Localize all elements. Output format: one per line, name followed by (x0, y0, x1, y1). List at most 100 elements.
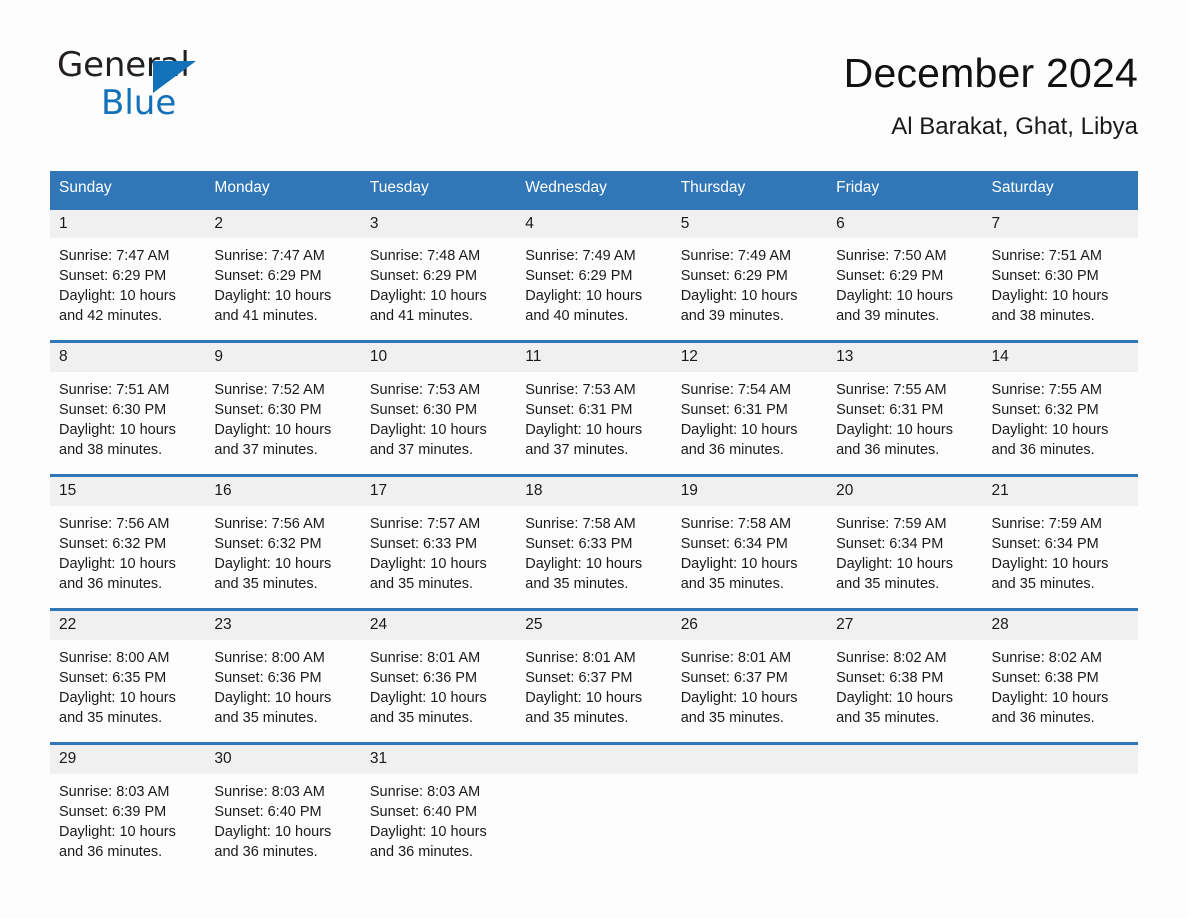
day-cell[interactable]: 14 Sunrise: 7:55 AM Sunset: 6:32 PM Dayl… (982, 340, 1138, 476)
day-cell[interactable]: 20 Sunrise: 7:59 AM Sunset: 6:34 PM Dayl… (827, 474, 983, 610)
day-details: Sunrise: 7:57 AM Sunset: 6:33 PM Dayligh… (361, 506, 516, 608)
daylight-text-line2: and 42 minutes. (59, 308, 163, 325)
generalblue-logo[interactable]: General Blue (57, 48, 257, 128)
daylight-text-line2: and 35 minutes. (991, 575, 1095, 592)
day-details: Sunrise: 7:51 AM Sunset: 6:30 PM Dayligh… (50, 372, 205, 474)
day-cell[interactable]: 24 Sunrise: 8:01 AM Sunset: 6:36 PM Dayl… (360, 607, 517, 744)
day-cell[interactable]: 22 Sunrise: 8:00 AM Sunset: 6:35 PM Dayl… (50, 607, 206, 744)
sunset-text: Sunset: 6:30 PM (991, 268, 1099, 285)
day-number: 30 (205, 744, 361, 774)
daylight-text-line2: and 37 minutes. (369, 442, 474, 459)
day-cell[interactable]: 19 Sunrise: 7:58 AM Sunset: 6:34 PM Dayl… (671, 474, 828, 610)
week-row: 22 Sunrise: 8:00 AM Sunset: 6:35 PM Dayl… (50, 607, 1138, 744)
daylight-text-line1: Daylight: 10 hours (525, 288, 643, 305)
sunrise-text: Sunrise: 7:52 AM (214, 382, 325, 399)
daylight-text-line1: Daylight: 10 hours (525, 689, 643, 706)
sunrise-text: Sunrise: 7:49 AM (525, 248, 636, 265)
daylight-text-line2: and 38 minutes. (59, 442, 163, 459)
day-details: Sunrise: 7:54 AM Sunset: 6:31 PM Dayligh… (672, 372, 827, 474)
day-cell[interactable]: 13 Sunrise: 7:55 AM Sunset: 6:31 PM Dayl… (827, 340, 983, 476)
day-cell[interactable]: 15 Sunrise: 7:56 AM Sunset: 6:32 PM Dayl… (50, 474, 206, 610)
day-cell[interactable]: 16 Sunrise: 7:56 AM Sunset: 6:32 PM Dayl… (205, 474, 361, 610)
day-cell[interactable]: 29 Sunrise: 8:03 AM Sunset: 6:39 PM Dayl… (50, 741, 206, 876)
title-block: December 2024 Al Barakat, Ghat, Libya (844, 48, 1138, 142)
week-row: 29 Sunrise: 8:03 AM Sunset: 6:39 PM Dayl… (50, 741, 1138, 876)
daylight-text-line2: and 37 minutes. (214, 442, 318, 459)
sunset-text: Sunset: 6:34 PM (680, 535, 788, 552)
sunset-text: Sunset: 6:29 PM (525, 268, 633, 285)
day-number-empty (827, 744, 983, 774)
sunrise-text: Sunrise: 7:47 AM (214, 248, 325, 265)
day-cell[interactable]: 5 Sunrise: 7:49 AM Sunset: 6:29 PM Dayli… (671, 206, 828, 342)
daylight-text-line1: Daylight: 10 hours (369, 422, 487, 439)
day-cell[interactable]: 30 Sunrise: 8:03 AM Sunset: 6:40 PM Dayl… (205, 741, 361, 876)
day-number: 3 (360, 209, 517, 239)
day-cell[interactable]: 4 Sunrise: 7:49 AM Sunset: 6:29 PM Dayli… (516, 206, 672, 342)
sunrise-text: Sunrise: 7:51 AM (59, 382, 170, 399)
day-cell[interactable]: 10 Sunrise: 7:53 AM Sunset: 6:30 PM Dayl… (360, 340, 517, 476)
day-cell[interactable]: 6 Sunrise: 7:50 AM Sunset: 6:29 PM Dayli… (827, 206, 983, 342)
day-details: Sunrise: 8:03 AM Sunset: 6:39 PM Dayligh… (50, 774, 205, 876)
day-cell[interactable]: 2 Sunrise: 7:47 AM Sunset: 6:29 PM Dayli… (205, 206, 361, 342)
day-cell[interactable]: 25 Sunrise: 8:01 AM Sunset: 6:37 PM Dayl… (516, 607, 672, 744)
sunset-text: Sunset: 6:36 PM (369, 669, 478, 686)
sunrise-text: Sunrise: 7:58 AM (680, 515, 792, 532)
day-cell[interactable]: 17 Sunrise: 7:57 AM Sunset: 6:33 PM Dayl… (360, 474, 517, 610)
daylight-text-line2: and 36 minutes. (59, 575, 163, 592)
sunrise-text: Sunrise: 8:01 AM (680, 649, 792, 666)
day-cell[interactable]: 28 Sunrise: 8:02 AM Sunset: 6:38 PM Dayl… (982, 607, 1138, 744)
day-cell[interactable]: 31 Sunrise: 8:03 AM Sunset: 6:40 PM Dayl… (360, 741, 517, 876)
sunset-text: Sunset: 6:37 PM (680, 669, 788, 686)
sunrise-text: Sunrise: 7:55 AM (836, 382, 947, 399)
daylight-text-line1: Daylight: 10 hours (369, 555, 487, 572)
day-details: Sunrise: 8:03 AM Sunset: 6:40 PM Dayligh… (361, 774, 516, 876)
daylight-text-line2: and 35 minutes. (680, 709, 784, 726)
day-number: 10 (360, 343, 517, 373)
day-details: Sunrise: 7:56 AM Sunset: 6:32 PM Dayligh… (205, 506, 360, 608)
day-number: 27 (827, 610, 983, 640)
day-details: Sunrise: 8:01 AM Sunset: 6:37 PM Dayligh… (516, 640, 671, 742)
day-number: 7 (982, 209, 1138, 239)
daylight-text-line2: and 41 minutes. (369, 308, 474, 325)
day-cell[interactable]: 27 Sunrise: 8:02 AM Sunset: 6:38 PM Dayl… (827, 607, 983, 744)
day-details: Sunrise: 7:48 AM Sunset: 6:29 PM Dayligh… (361, 238, 516, 340)
sunset-text: Sunset: 6:36 PM (214, 669, 322, 686)
day-number: 19 (671, 477, 828, 506)
day-number-empty (516, 744, 672, 774)
day-cell[interactable]: 11 Sunrise: 7:53 AM Sunset: 6:31 PM Dayl… (516, 340, 672, 476)
day-cell[interactable]: 26 Sunrise: 8:01 AM Sunset: 6:37 PM Dayl… (671, 607, 828, 744)
sunrise-text: Sunrise: 7:59 AM (991, 515, 1102, 532)
daylight-text-line1: Daylight: 10 hours (214, 823, 332, 840)
daylight-text-line1: Daylight: 10 hours (214, 689, 332, 706)
daylight-text-line2: and 38 minutes. (991, 308, 1095, 325)
day-cell[interactable]: 9 Sunrise: 7:52 AM Sunset: 6:30 PM Dayli… (205, 340, 361, 476)
day-cell[interactable]: 8 Sunrise: 7:51 AM Sunset: 6:30 PM Dayli… (50, 340, 206, 476)
weekday-header-sunday: Sunday (50, 170, 206, 209)
day-number: 2 (205, 209, 361, 239)
day-number: 31 (360, 744, 517, 774)
daylight-text-line1: Daylight: 10 hours (836, 288, 953, 305)
week-row: 8 Sunrise: 7:51 AM Sunset: 6:30 PM Dayli… (50, 340, 1138, 476)
sunset-text: Sunset: 6:38 PM (836, 669, 944, 686)
daylight-text-line1: Daylight: 10 hours (59, 422, 176, 439)
sunset-text: Sunset: 6:29 PM (59, 268, 167, 285)
day-cell[interactable]: 1 Sunrise: 7:47 AM Sunset: 6:29 PM Dayli… (50, 206, 206, 342)
day-cell[interactable]: 21 Sunrise: 7:59 AM Sunset: 6:34 PM Dayl… (982, 474, 1138, 610)
day-details: Sunrise: 7:50 AM Sunset: 6:29 PM Dayligh… (827, 238, 982, 340)
day-details: Sunrise: 7:49 AM Sunset: 6:29 PM Dayligh… (516, 238, 671, 340)
day-cell[interactable]: 3 Sunrise: 7:48 AM Sunset: 6:29 PM Dayli… (360, 206, 517, 342)
day-cell-empty (982, 741, 1138, 876)
sunrise-text: Sunrise: 8:00 AM (59, 649, 170, 666)
daylight-text-line1: Daylight: 10 hours (836, 555, 953, 572)
sunset-text: Sunset: 6:37 PM (525, 669, 633, 686)
day-cell[interactable]: 7 Sunrise: 7:51 AM Sunset: 6:30 PM Dayli… (982, 206, 1138, 342)
daylight-text-line2: and 35 minutes. (525, 575, 629, 592)
sunrise-text: Sunrise: 7:54 AM (680, 382, 792, 399)
day-number: 6 (827, 209, 983, 239)
day-number: 18 (516, 477, 672, 506)
day-cell[interactable]: 18 Sunrise: 7:58 AM Sunset: 6:33 PM Dayl… (516, 474, 672, 610)
day-number: 1 (50, 209, 206, 239)
week-row: 15 Sunrise: 7:56 AM Sunset: 6:32 PM Dayl… (50, 474, 1138, 610)
day-cell[interactable]: 12 Sunrise: 7:54 AM Sunset: 6:31 PM Dayl… (671, 340, 828, 476)
day-cell[interactable]: 23 Sunrise: 8:00 AM Sunset: 6:36 PM Dayl… (205, 607, 361, 744)
